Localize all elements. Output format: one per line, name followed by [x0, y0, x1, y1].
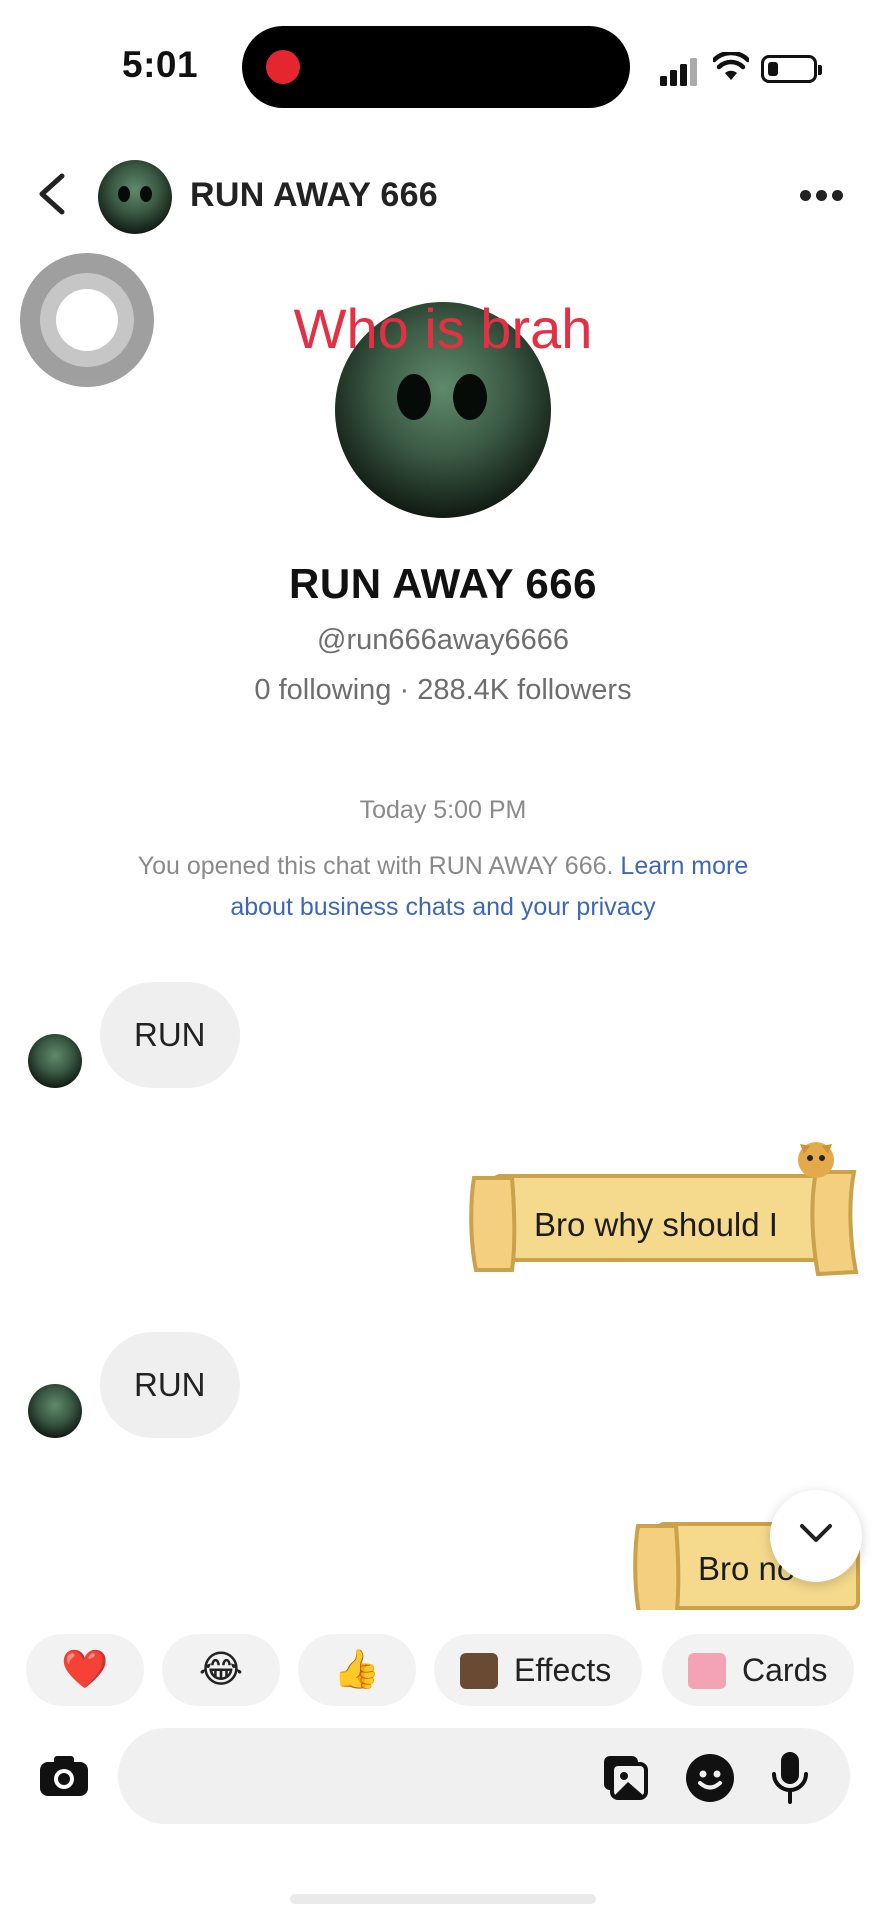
microphone-icon[interactable]: [770, 1750, 810, 1804]
sticker-text: Bro why should I: [534, 1206, 778, 1243]
effects-label: Effects: [514, 1652, 612, 1688]
status-time: 5:01: [122, 44, 199, 85]
cellular-signal-icon: [660, 56, 700, 86]
home-indicator[interactable]: [290, 1894, 596, 1904]
battery-icon: [761, 55, 822, 83]
chat-screen: 5:01 RUN AWAY 666 Who is brah RUN AWAY 6…: [0, 0, 886, 1920]
camera-icon[interactable]: [38, 1754, 90, 1798]
scroll-to-bottom-button[interactable]: [770, 1490, 862, 1582]
incoming-message[interactable]: RUN: [100, 982, 240, 1088]
profile-name: RUN AWAY 666: [289, 560, 597, 607]
back-arrow-icon[interactable]: [34, 172, 70, 216]
chevron-down-icon: [800, 1524, 832, 1542]
chat-timestamp: Today 5:00 PM: [359, 796, 527, 824]
cards-button[interactable]: Cards: [662, 1634, 854, 1706]
gallery-icon[interactable]: [600, 1752, 650, 1802]
quick-reactions-bar: ❤️ 😂 👍 Effects Cards: [0, 1634, 886, 1706]
laugh-reaction-button[interactable]: 😂: [162, 1634, 280, 1706]
thumbs-up-icon: 👍: [333, 1649, 381, 1691]
heart-reaction-button[interactable]: ❤️: [26, 1634, 144, 1706]
overlay-caption: Who is brah: [293, 297, 593, 360]
header-avatar[interactable]: [98, 160, 172, 234]
notice-text: You opened this chat with RUN AWAY 666.: [137, 852, 621, 880]
effects-icon: [460, 1653, 498, 1689]
heart-icon: ❤️: [61, 1649, 109, 1691]
thumbs-up-reaction-button[interactable]: 👍: [298, 1634, 416, 1706]
sticker-icon[interactable]: [684, 1752, 736, 1804]
effects-button[interactable]: Effects: [434, 1634, 642, 1706]
cards-label: Cards: [742, 1652, 828, 1688]
incoming-message[interactable]: RUN: [100, 1332, 240, 1438]
wifi-icon: [713, 52, 749, 80]
dynamic-island: [242, 26, 630, 108]
cards-icon: [688, 1653, 726, 1689]
laughing-icon: 😂: [198, 1649, 244, 1691]
profile-handle: @run666away6666: [317, 624, 569, 656]
message-composer: [118, 1728, 850, 1824]
more-options-icon[interactable]: [800, 190, 844, 202]
business-chat-notice: You opened this chat with RUN AWAY 666. …: [120, 846, 766, 928]
message-input[interactable]: [148, 1754, 588, 1798]
profile-stats: 0 following · 288.4K followers: [254, 674, 632, 706]
sender-avatar[interactable]: [28, 1034, 82, 1088]
header-title[interactable]: RUN AWAY 666: [190, 176, 438, 215]
recording-icon: [266, 50, 300, 84]
sender-avatar[interactable]: [28, 1384, 82, 1438]
